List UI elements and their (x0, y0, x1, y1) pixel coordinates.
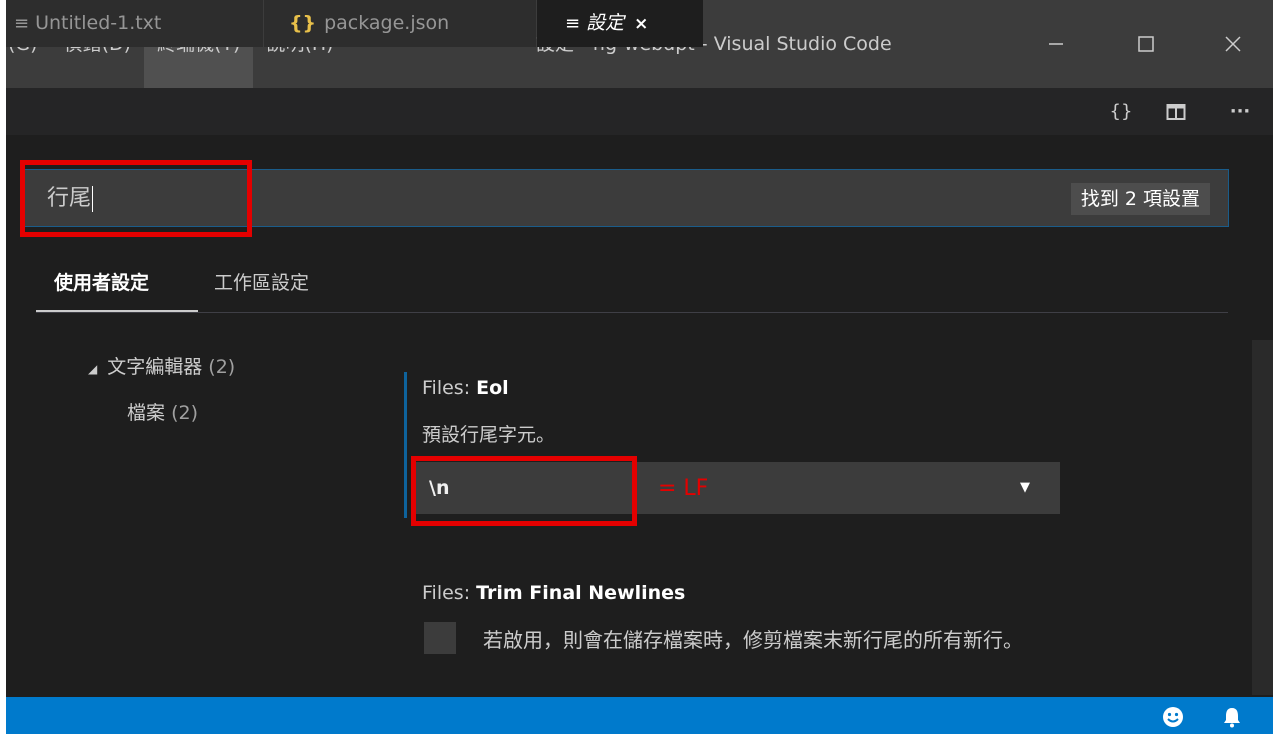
tab-close-icon[interactable]: × (634, 14, 648, 34)
notifications-bell-icon[interactable] (1217, 697, 1247, 734)
maximize-icon (1138, 36, 1154, 52)
minimize-button[interactable] (1016, 0, 1096, 88)
tree-item-files[interactable]: 檔案 (2) (127, 398, 198, 425)
bell-icon (1224, 707, 1240, 727)
settings-search-input[interactable]: 行尾 找到 2 項設置 (22, 169, 1229, 227)
search-result-count-badge: 找到 2 項設置 (1070, 183, 1210, 215)
text-file-icon: ≡ (14, 13, 30, 34)
close-window-button[interactable] (1193, 0, 1273, 88)
maximize-button[interactable] (1106, 0, 1186, 88)
tab-workspace-settings[interactable]: 工作區設定 (214, 262, 309, 312)
eol-select-value: \n (429, 477, 450, 499)
setting-trim-title: Files: Trim Final Newlines (422, 582, 686, 604)
more-actions-button[interactable]: ··· (1220, 88, 1260, 135)
search-input-text: 行尾 (47, 186, 94, 212)
tree-item-count: (2) (208, 356, 236, 378)
feedback-smiley-icon[interactable] (1158, 697, 1188, 734)
tab-package-json[interactable]: {} package.json (264, 0, 536, 47)
lf-annotation: = LF (658, 476, 709, 501)
tab-settings[interactable]: ≡ 設定 × (537, 0, 703, 47)
settings-scrollbar[interactable] (1252, 340, 1273, 695)
split-editor-button[interactable] (1156, 88, 1196, 135)
vscode-window: (G) 偵錯(D) 終端機(T) 說明(H) 設定 - ng-webdpt - … (6, 0, 1273, 734)
tree-item-label: 檔案 (127, 402, 166, 424)
dropdown-arrow-icon: ▼ (1020, 480, 1030, 495)
split-editor-icon (1166, 104, 1186, 120)
smiley-icon (1163, 706, 1183, 727)
setting-eol-description: 預設行尾字元。 (422, 424, 556, 446)
eol-select[interactable]: \n ▼ (415, 462, 1060, 514)
status-bar (6, 697, 1273, 734)
tab-untitled[interactable]: ≡ Untitled-1.txt (6, 0, 263, 47)
open-settings-json-button[interactable]: {} (1101, 88, 1141, 135)
tab-label: 設定 (586, 12, 625, 34)
tab-label: package.json (324, 12, 450, 34)
tree-item-text-editor[interactable]: ◢ 文字編輯器 (2) (88, 352, 235, 379)
expand-triangle-icon: ◢ (88, 362, 98, 376)
json-file-icon: {} (289, 12, 317, 34)
scope-divider (36, 312, 1228, 313)
trim-final-newlines-checkbox[interactable] (424, 622, 456, 654)
tab-label: Untitled-1.txt (35, 12, 162, 34)
setting-trim-description: 若啟用，則會在儲存檔案時，修剪檔案末新行尾的所有新行。 (483, 628, 1023, 652)
settings-file-icon: ≡ (565, 13, 581, 34)
tab-user-settings[interactable]: 使用者設定 (36, 262, 198, 312)
editor-tab-bar (6, 88, 1273, 135)
setting-eol-title: Files: Eol (422, 377, 509, 399)
close-icon (1225, 36, 1241, 52)
minimize-icon (1049, 43, 1063, 45)
tree-item-count: (2) (171, 402, 198, 424)
setting-focus-indicator (404, 372, 407, 518)
tree-item-label: 文字編輯器 (107, 356, 203, 378)
